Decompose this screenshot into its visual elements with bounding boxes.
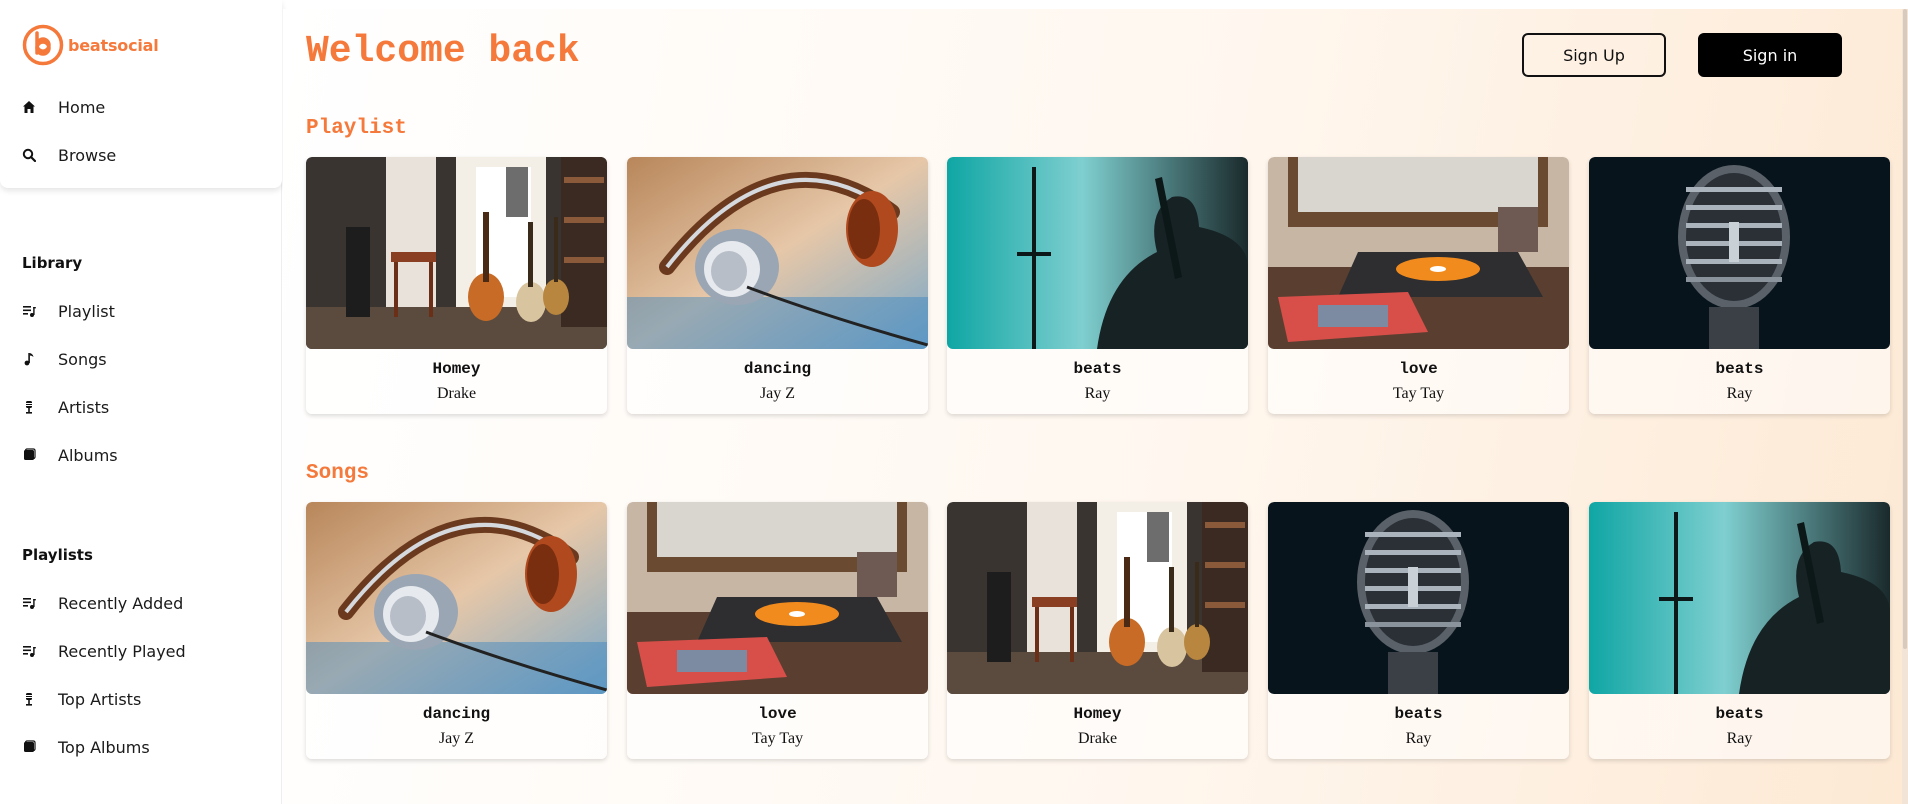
sidebar-item-recently-played[interactable]: Recently Played <box>22 639 186 663</box>
microphone-icon <box>22 400 36 414</box>
card-title: beats <box>1715 705 1764 723</box>
playlist-card[interactable]: beats Ray <box>1589 157 1890 414</box>
sidebar-item-label: Artists <box>58 397 110 417</box>
album-icon <box>22 740 36 754</box>
sidebar-item-label: Recently Added <box>58 593 184 613</box>
card-artist: Ray <box>1405 730 1432 747</box>
section-title-playlist: Playlist <box>306 117 407 140</box>
card-artwork <box>947 502 1248 694</box>
microphone-icon <box>22 692 36 706</box>
card-title: love <box>758 705 797 723</box>
page-title: Welcome back <box>306 30 580 73</box>
card-artwork <box>1268 502 1569 694</box>
card-artwork <box>947 157 1248 349</box>
nav-item-label: Browse <box>58 145 117 165</box>
playlist-icon <box>22 304 36 318</box>
sidebar-item-label: Albums <box>58 445 118 465</box>
card-artwork <box>627 502 928 694</box>
card-artwork <box>306 157 607 349</box>
song-card[interactable]: dancing Jay Z <box>306 502 607 759</box>
sidebar: beatsocial Home Browse Library Playlist … <box>0 0 282 804</box>
card-title: dancing <box>743 360 812 378</box>
search-icon <box>22 148 36 162</box>
playlist-card[interactable]: love Tay Tay <box>1268 157 1569 414</box>
sidebar-item-label: Playlist <box>58 301 115 321</box>
main-content: Welcome back Sign Up Sign in Playlist So… <box>283 9 1908 804</box>
song-card[interactable]: Homey Drake <box>947 502 1248 759</box>
sidebar-item-top-artists[interactable]: Top Artists <box>22 687 141 711</box>
card-artwork <box>627 157 928 349</box>
card-title: love <box>1399 360 1438 378</box>
sidebar-item-top-albums[interactable]: Top Albums <box>22 735 150 759</box>
library-heading: Library <box>22 254 83 272</box>
card-title: Homey <box>432 360 481 378</box>
sidebar-item-label: Top Artists <box>58 689 142 709</box>
card-artwork <box>1268 157 1569 349</box>
card-artist: Drake <box>1077 730 1118 747</box>
card-artist: Jay Z <box>759 385 796 402</box>
sidebar-item-label: Top Albums <box>58 737 150 757</box>
card-artwork <box>1589 157 1890 349</box>
playlist-icon <box>22 596 36 610</box>
nav-item-browse[interactable]: Browse <box>22 143 116 167</box>
card-artist: Drake <box>436 385 477 402</box>
playlists-heading: Playlists <box>22 546 93 564</box>
home-icon <box>22 100 36 114</box>
song-card[interactable]: love Tay Tay <box>627 502 928 759</box>
logo[interactable]: beatsocial <box>22 24 159 66</box>
card-title: beats <box>1715 360 1764 378</box>
logo-icon <box>22 24 64 66</box>
album-icon <box>22 448 36 462</box>
sidebar-item-songs[interactable]: Songs <box>22 347 107 371</box>
card-title: beats <box>1073 360 1122 378</box>
card-title: beats <box>1394 705 1443 723</box>
sidebar-item-label: Songs <box>58 349 107 369</box>
sidebar-item-albums[interactable]: Albums <box>22 443 118 467</box>
sidebar-item-artists[interactable]: Artists <box>22 395 109 419</box>
sign-up-button[interactable]: Sign Up <box>1522 33 1666 77</box>
sidebar-item-label: Recently Played <box>58 641 186 661</box>
playlist-card[interactable]: dancing Jay Z <box>627 157 928 414</box>
card-artist: Ray <box>1726 385 1753 402</box>
card-artist: Tay Tay <box>1392 385 1445 402</box>
scrollbar[interactable] <box>1902 9 1908 804</box>
song-card[interactable]: beats Ray <box>1589 502 1890 759</box>
playlist-icon <box>22 644 36 658</box>
sidebar-item-recently-added[interactable]: Recently Added <box>22 591 183 615</box>
card-title: dancing <box>422 705 491 723</box>
sidebar-item-playlist[interactable]: Playlist <box>22 299 115 323</box>
song-card[interactable]: beats Ray <box>1268 502 1569 759</box>
music-note-icon <box>22 352 36 366</box>
card-artwork <box>306 502 607 694</box>
brand-name: beatsocial <box>68 35 159 55</box>
sidebar-main-nav: beatsocial Home Browse <box>0 0 282 188</box>
card-artist: Ray <box>1084 385 1111 402</box>
scrollbar-thumb[interactable] <box>1903 9 1907 649</box>
card-artist: Tay Tay <box>751 730 804 747</box>
section-title-songs: Songs <box>306 462 370 485</box>
sign-in-button[interactable]: Sign in <box>1698 33 1842 77</box>
nav-item-home[interactable]: Home <box>22 95 105 119</box>
card-artist: Ray <box>1726 730 1753 747</box>
playlist-card[interactable]: beats Ray <box>947 157 1248 414</box>
playlist-card[interactable]: Homey Drake <box>306 157 607 414</box>
card-artist: Jay Z <box>438 730 475 747</box>
nav-item-label: Home <box>58 97 106 117</box>
card-artwork <box>1589 502 1890 694</box>
card-title: Homey <box>1073 705 1122 723</box>
